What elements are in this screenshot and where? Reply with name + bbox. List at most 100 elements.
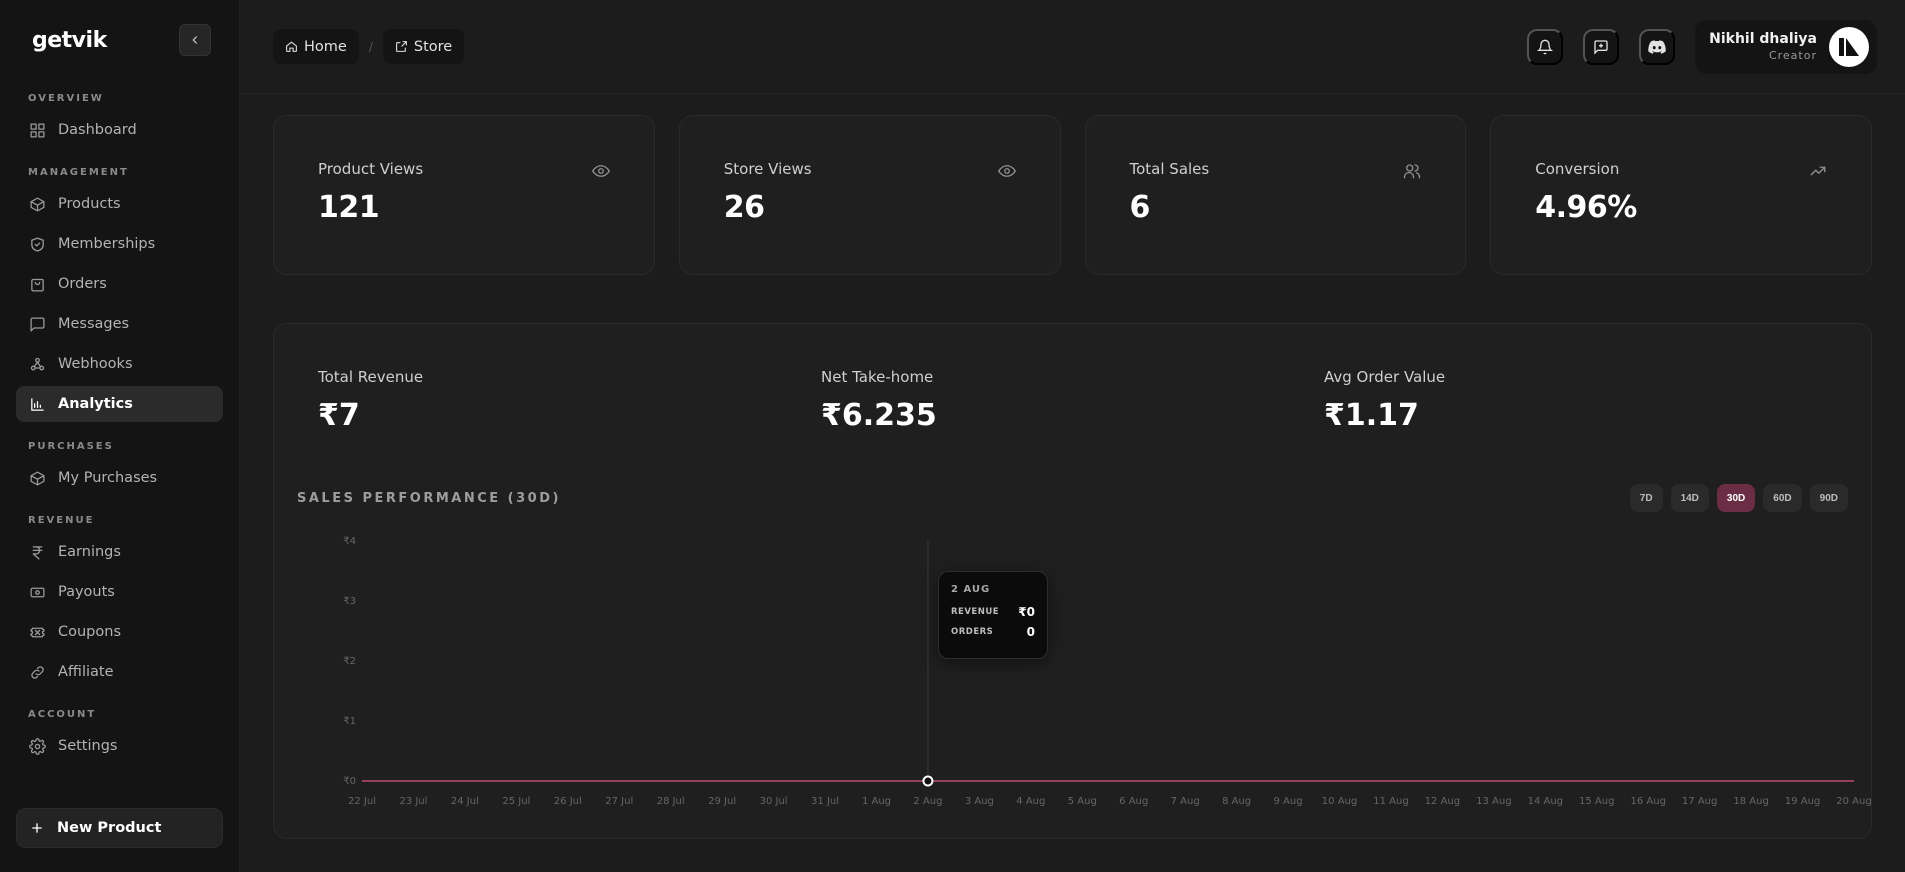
- nav-section-management: MANAGEMENT Products Memberships Orders Messa…: [16, 162, 223, 422]
- bar-chart-icon-wrap: [28, 395, 46, 413]
- x-tick-label: 5 Aug: [1068, 796, 1097, 807]
- stat-icon-wrap: [591, 162, 610, 184]
- section-label: PURCHASES: [28, 440, 114, 452]
- x-tick-label: 16 Aug: [1630, 796, 1665, 807]
- x-tick-label: 13 Aug: [1476, 796, 1511, 807]
- tooltip-revenue-label: REVENUE: [951, 607, 1000, 617]
- box-icon-wrap: [28, 469, 46, 487]
- x-tick-label: 29 Jul: [708, 796, 736, 807]
- sidebar-item-messages[interactable]: Messages: [16, 306, 223, 342]
- ticket-icon: [29, 627, 45, 637]
- sidebar-item-analytics[interactable]: Analytics: [16, 386, 223, 422]
- discord-button[interactable]: [1639, 28, 1676, 65]
- external-link-icon: [395, 41, 407, 52]
- x-tick-label: 31 Jul: [811, 796, 839, 807]
- x-tick-label: 6 Aug: [1119, 796, 1148, 807]
- sidebar-item-payouts[interactable]: Payouts: [16, 574, 223, 610]
- stat-icon-wrap: [1403, 162, 1421, 184]
- range-60d[interactable]: 60D: [1763, 484, 1802, 512]
- range-30d[interactable]: 30D: [1716, 484, 1756, 512]
- sidebar: getvik OVERVIEW Dashboard MANAGEMENT Produc…: [0, 0, 240, 872]
- stat-title: Store Views: [723, 160, 812, 178]
- shield-icon: [30, 236, 44, 252]
- sidebar-item-label: Earnings: [58, 544, 121, 560]
- user-menu[interactable]: Nikhil dhaliya Creator: [1695, 19, 1877, 74]
- chart-title: SALES PERFORMANCE (30D): [297, 490, 561, 506]
- stat-title: Product Views: [318, 160, 424, 178]
- x-tick-label: 8 Aug: [1222, 796, 1251, 807]
- revenue-title: Net Take-home: [821, 368, 934, 386]
- revenue-value: ₹1.17: [1324, 398, 1419, 433]
- section-label: REVENUE: [28, 514, 95, 526]
- sidebar-item-settings[interactable]: Settings: [16, 728, 223, 764]
- highlighted-data-point[interactable]: [922, 775, 934, 787]
- range-90d[interactable]: 90D: [1809, 484, 1848, 512]
- sidebar-item-label: Orders: [58, 276, 107, 292]
- sidebar-item-label: Webhooks: [58, 356, 133, 372]
- section-label: OVERVIEW: [28, 92, 104, 104]
- section-label: ACCOUNT: [28, 708, 97, 720]
- eye-icon: [591, 165, 610, 177]
- bar-chart-icon: [30, 397, 44, 411]
- range-7d[interactable]: 7D: [1629, 484, 1663, 512]
- sidebar-item-label: Coupons: [58, 624, 122, 640]
- feedback-button[interactable]: [1583, 28, 1620, 65]
- sidebar-nav: OVERVIEW Dashboard MANAGEMENT Products Membe…: [16, 88, 223, 764]
- section-label: MANAGEMENT: [28, 166, 129, 178]
- x-tick-label: 11 Aug: [1373, 796, 1408, 807]
- sidebar-item-orders[interactable]: Orders: [16, 266, 223, 302]
- stat-card-conversion: Conversion 4.96%: [1490, 115, 1872, 275]
- y-tick-label: ₹0: [343, 776, 356, 787]
- range-14d[interactable]: 14D: [1670, 484, 1709, 512]
- link-icon: [30, 665, 44, 679]
- x-tick-label: 27 Jul: [605, 796, 633, 807]
- tooltip-revenue-value: ₹0: [1018, 605, 1035, 619]
- new-product-button[interactable]: New Product: [16, 808, 223, 848]
- y-tick-label: ₹4: [343, 536, 356, 547]
- ticket-icon-wrap: [28, 623, 46, 641]
- stat-cards: Product Views 121 Store Views 26 Total Sales…: [273, 115, 1872, 275]
- chevron-left-icon: [192, 36, 198, 44]
- x-tick-label: 15 Aug: [1579, 796, 1614, 807]
- brand-logo[interactable]: getvik: [32, 28, 107, 53]
- y-tick-label: ₹2: [343, 656, 356, 667]
- stat-value: 26: [723, 190, 765, 225]
- x-tick-label: 3 Aug: [965, 796, 994, 807]
- rupee-icon: [32, 545, 42, 560]
- sidebar-item-products[interactable]: Products: [16, 186, 223, 222]
- sidebar-item-label: Products: [58, 196, 121, 212]
- sidebar-item-memberships[interactable]: Memberships: [16, 226, 223, 262]
- breadcrumb-store[interactable]: Store: [382, 29, 465, 64]
- sidebar-item-coupons[interactable]: Coupons: [16, 614, 223, 650]
- cash-icon: [29, 587, 45, 597]
- stat-title: Conversion: [1535, 160, 1620, 178]
- avatar-logo-icon: [1839, 37, 1859, 56]
- sidebar-item-my-purchases[interactable]: My Purchases: [16, 460, 223, 496]
- topbar-tools: Nikhil dhaliya Creator: [1527, 19, 1877, 74]
- x-tick-label: 9 Aug: [1274, 796, 1303, 807]
- sidebar-item-webhooks[interactable]: Webhooks: [16, 346, 223, 382]
- notifications-button[interactable]: [1527, 28, 1564, 65]
- tooltip-orders-row: ORDERS 0: [951, 625, 1035, 639]
- sidebar-item-label: Affiliate: [58, 664, 114, 680]
- revenue-title: Avg Order Value: [1324, 368, 1446, 386]
- message-icon-wrap: [28, 315, 46, 333]
- revenue-value: ₹6.235: [821, 398, 937, 433]
- stat-title: Total Sales: [1129, 160, 1210, 178]
- x-tick-label: 24 Jul: [451, 796, 479, 807]
- sidebar-item-dashboard[interactable]: Dashboard: [16, 112, 223, 148]
- discord-icon: [1648, 39, 1666, 54]
- sidebar-item-label: Messages: [58, 316, 130, 332]
- x-tick-label: 4 Aug: [1016, 796, 1045, 807]
- x-tick-label: 28 Jul: [657, 796, 685, 807]
- sidebar-item-affiliate[interactable]: Affiliate: [16, 654, 223, 690]
- sidebar-item-earnings[interactable]: Earnings: [16, 534, 223, 570]
- box-icon: [29, 470, 45, 486]
- sidebar-item-label: Settings: [58, 738, 118, 754]
- breadcrumb-home[interactable]: Home: [273, 29, 359, 64]
- collapse-sidebar-button[interactable]: [179, 24, 211, 56]
- main-content: Home / Store Nikhil dhaliya Creator Prod…: [240, 0, 1905, 872]
- stat-card-product-views: Product Views 121: [273, 115, 655, 275]
- x-tick-label: 1 Aug: [862, 796, 891, 807]
- gear-icon: [28, 737, 46, 755]
